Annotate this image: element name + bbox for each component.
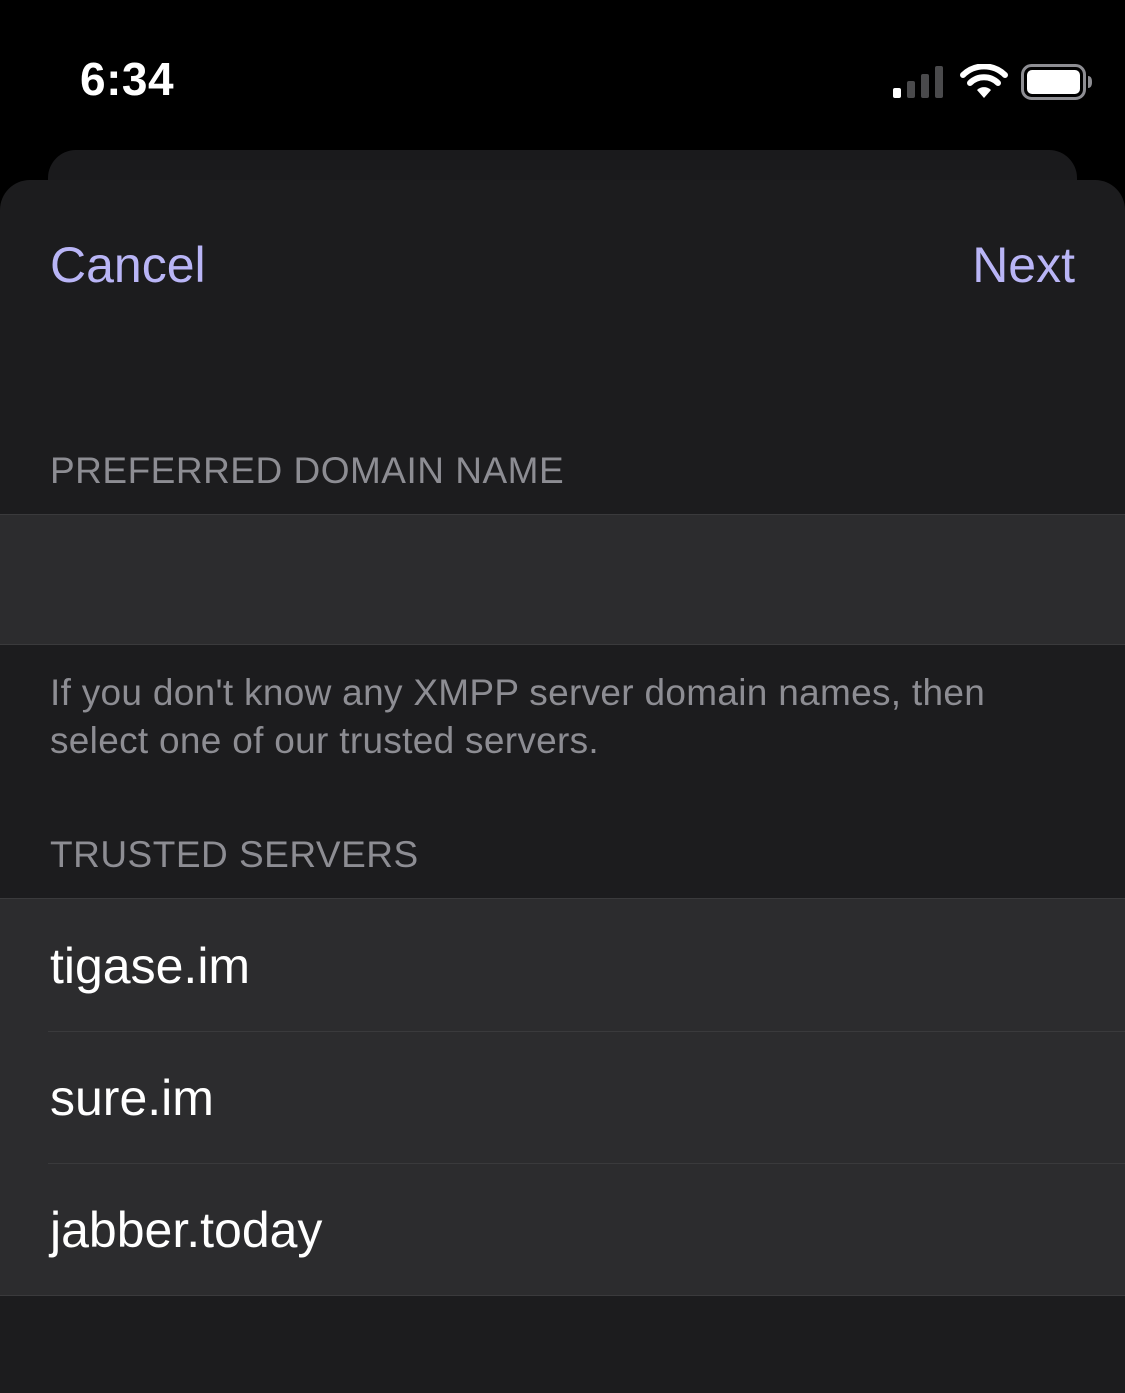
cancel-button[interactable]: Cancel bbox=[50, 236, 206, 294]
status-time: 6:34 bbox=[80, 53, 175, 105]
list-item-server[interactable]: sure.im bbox=[0, 1031, 1125, 1163]
server-label: sure.im bbox=[50, 1070, 214, 1126]
trusted-servers-list: tigase.im sure.im jabber.today bbox=[0, 898, 1125, 1296]
screen: 6:34 Cancel Next PREFERRED DOMAIN NAME I… bbox=[0, 0, 1125, 1393]
battery-icon bbox=[1021, 64, 1092, 100]
modal-sheet: Cancel Next PREFERRED DOMAIN NAME If you… bbox=[0, 180, 1125, 1393]
signal-icon bbox=[893, 66, 943, 98]
section-header-trusted-servers: TRUSTED SERVERS bbox=[50, 834, 419, 875]
list-item-server[interactable]: jabber.today bbox=[0, 1163, 1125, 1295]
server-label: tigase.im bbox=[50, 938, 251, 994]
next-button[interactable]: Next bbox=[972, 236, 1075, 294]
list-item-server[interactable]: tigase.im bbox=[0, 899, 1125, 1031]
section-footer-hint: If you don't know any XMPP server domain… bbox=[50, 672, 986, 761]
wifi-icon bbox=[960, 64, 1008, 98]
section-header-preferred-domain: PREFERRED DOMAIN NAME bbox=[50, 450, 565, 491]
domain-field-cell bbox=[0, 514, 1125, 646]
status-bar: 6:34 bbox=[0, 0, 1125, 150]
domain-name-input[interactable] bbox=[50, 515, 1079, 646]
server-label: jabber.today bbox=[50, 1202, 323, 1258]
